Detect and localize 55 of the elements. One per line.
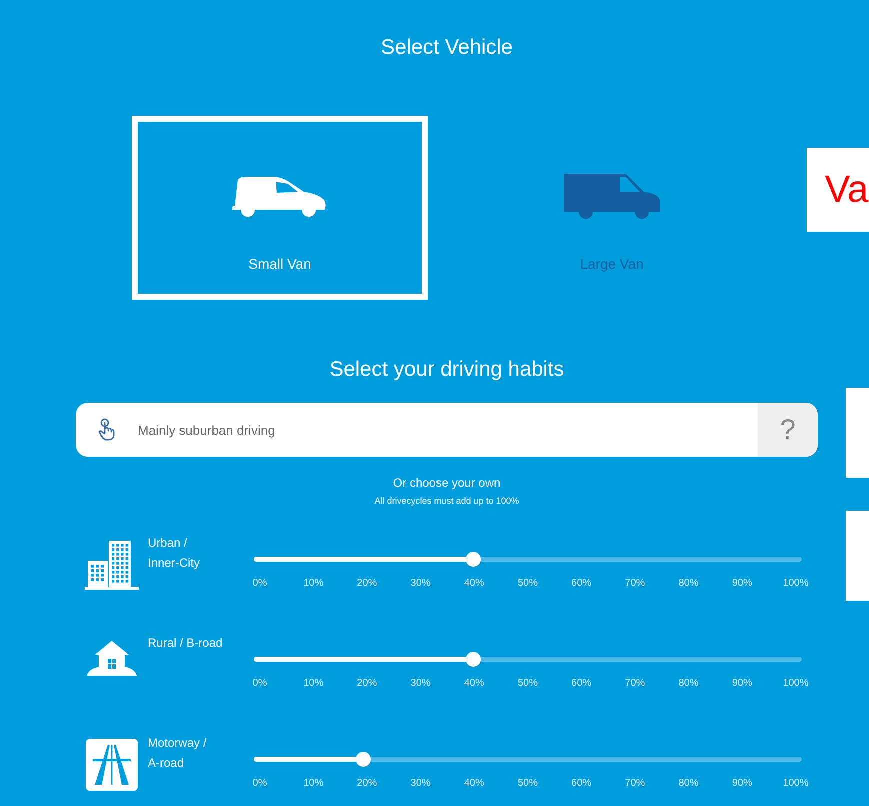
drivecycle-label: Rural / B-road — [148, 635, 224, 652]
tick-label: 0% — [252, 578, 268, 589]
tick-label: 50% — [516, 778, 539, 789]
tick-label: 60% — [570, 778, 593, 789]
drivecycle-label: Urban / Inner-City — [148, 535, 202, 572]
tick-label: 20% — [356, 778, 378, 789]
vehicle-option[interactable]: Large Van — [464, 116, 760, 300]
tick-label: 10% — [302, 678, 325, 689]
slider-handle[interactable] — [466, 652, 481, 667]
tick-label: 10% — [302, 778, 325, 789]
section-title: Select Vehicle — [380, 35, 514, 61]
tick-label: 80% — [678, 778, 700, 789]
motorway-icon — [86, 739, 138, 791]
tick-label: 90% — [731, 578, 754, 589]
tick-label: 40% — [463, 778, 486, 789]
tick-label: 80% — [678, 578, 700, 589]
house-icon — [85, 639, 139, 679]
tick-label: 20% — [356, 678, 378, 689]
dropdown-value: Mainly suburban driving — [138, 422, 276, 438]
van-icon — [564, 174, 660, 220]
custom-title: Or choose your own — [392, 475, 502, 491]
help-button[interactable]: ? — [758, 403, 818, 457]
tick-label: 10% — [302, 578, 325, 589]
tick-label: 60% — [570, 678, 593, 689]
section-title: Select your driving habits — [328, 357, 566, 383]
tick-label: 100% — [782, 678, 810, 689]
tick-label: 70% — [624, 778, 646, 789]
buildings-icon — [85, 539, 139, 591]
tick-label: 50% — [516, 678, 539, 689]
tick-label: 0% — [252, 778, 268, 789]
pointing-hand-icon — [98, 418, 116, 442]
tick-label: 100% — [782, 778, 810, 789]
tick-label: 100% — [782, 578, 810, 589]
habits-dropdown[interactable]: Mainly suburban driving ? — [76, 403, 818, 457]
tick-label: 30% — [410, 778, 432, 789]
tick-label: 90% — [731, 778, 754, 789]
tick-label: 80% — [678, 678, 700, 689]
tick-label: 30% — [410, 578, 432, 589]
drivecycle-label: Motorway / A-road — [148, 735, 208, 772]
tick-label: 0% — [252, 678, 268, 689]
custom-note: All drivecycles must add up to 100% — [374, 495, 520, 507]
tick-label: 40% — [463, 678, 486, 689]
slider-handle[interactable] — [466, 552, 481, 567]
tick-label: 50% — [516, 578, 539, 589]
tick-label: 70% — [624, 578, 646, 589]
tick-label: 90% — [731, 678, 754, 689]
vehicle-option[interactable]: Small Van — [132, 116, 428, 300]
van-icon — [232, 174, 328, 220]
tick-label: 20% — [356, 578, 378, 589]
slider-handle[interactable] — [356, 752, 372, 767]
tick-label: 70% — [624, 678, 646, 689]
tick-label: 60% — [570, 578, 593, 589]
callout-text: Va — [825, 168, 869, 212]
tick-label: 30% — [410, 678, 432, 689]
tick-label: 40% — [463, 578, 486, 589]
